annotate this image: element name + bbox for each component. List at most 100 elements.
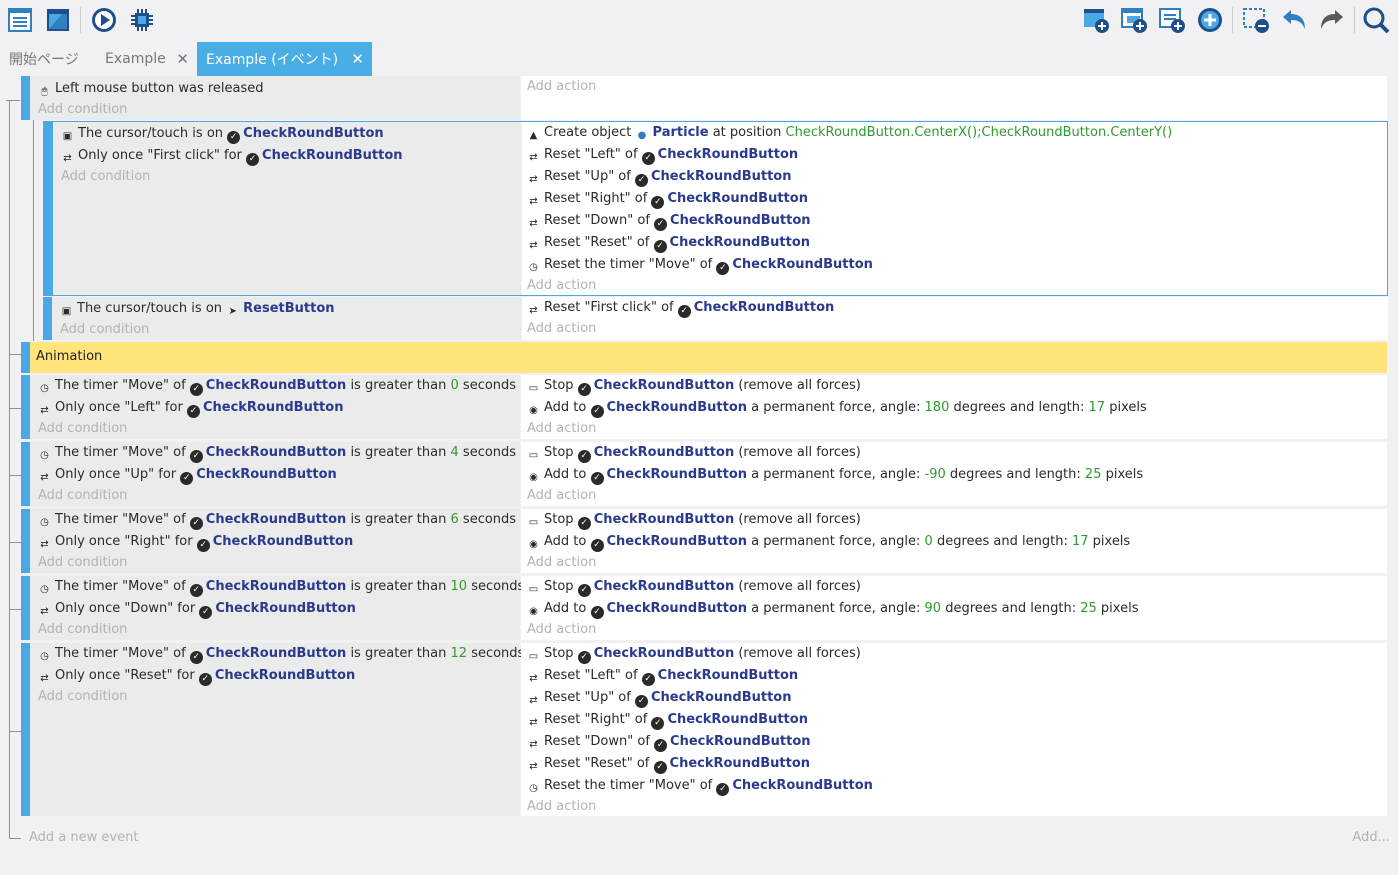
action[interactable]: ⇄ Reset "Left" of ✓ CheckRoundButton [527,665,798,687]
actions-area[interactable]: ▭ Stop ✓ CheckRoundButton (remove all forc… [521,509,1387,573]
add-condition-link[interactable]: Add condition [38,485,127,507]
group-title[interactable]: Animation [30,342,1387,373]
window-icon[interactable] [42,4,74,36]
add-action-link[interactable]: Add action [527,485,596,507]
subevent-row[interactable]: ▣ The cursor/touch is on ➤ ResetButton Add… [43,297,1388,340]
conditions-area[interactable]: ◷ The timer "Move" of ✓ CheckRoundButton i… [30,643,524,816]
force-icon: ◉ [529,405,538,416]
tab-start-page[interactable]: 開始ページ [0,42,96,76]
action[interactable]: ▭ Stop ✓ CheckRoundButton (remove all forc… [527,375,861,397]
add-subevent-icon[interactable] [1118,4,1150,36]
conditions-area[interactable]: ◷ The timer "Move" of ✓ CheckRoundButton i… [30,375,520,439]
search-icon[interactable] [1360,4,1392,36]
action[interactable]: ▭ Stop ✓ CheckRoundButton (remove all forc… [527,643,861,665]
add-action-link[interactable]: Add action [527,552,596,574]
action[interactable]: ▭ Stop ✓ CheckRoundButton (remove all forc… [527,442,861,464]
close-icon[interactable]: ✕ [351,50,364,68]
tab-example-events[interactable]: Example (イベント) ✕ [197,42,372,76]
add-more-icon[interactable] [1194,4,1226,36]
condition[interactable]: ⇄ Only once "Reset" for ✓ CheckRoundButton [38,665,355,687]
action[interactable]: ▲ Create object ● Particle at position Che… [527,122,1173,144]
tab-example[interactable]: Example ✕ [96,42,197,76]
add-more-link[interactable]: Add... [1352,827,1390,849]
condition[interactable]: ▣ The cursor/touch is on ➤ ResetButton [60,298,335,320]
add-new-event-link[interactable]: Add a new event [29,827,138,849]
actions-area[interactable]: Add action [521,76,1387,120]
add-action-link[interactable]: Add action [527,318,596,340]
undo-icon[interactable] [1278,4,1310,36]
force-icon: ◉ [529,472,538,483]
action[interactable]: ◉ Add to ✓ CheckRoundButton a permanent fo… [527,531,1130,553]
action[interactable]: ⇄ Reset "Reset" of ✓ CheckRoundButton [527,232,810,254]
events-list-icon[interactable] [4,4,36,36]
add-condition-link[interactable]: Add condition [60,319,149,341]
conditions-area[interactable]: ▣ The cursor/touch is on ➤ ResetButton Add… [52,297,521,340]
actions-area[interactable]: ▭ Stop ✓ CheckRoundButton (remove all forc… [521,442,1387,506]
action[interactable]: ⇄ Reset "Up" of ✓ CheckRoundButton [527,166,791,188]
close-icon[interactable]: ✕ [176,50,189,68]
action[interactable]: ◷ Reset the timer "Move" of ✓ CheckRoundBu… [527,775,873,797]
add-condition-link[interactable]: Add condition [38,418,127,440]
condition[interactable]: 🖱 Left mouse button was released [38,78,264,100]
conditions-area[interactable]: 🖱 Left mouse button was released Add cond… [30,76,520,120]
event-row[interactable]: ◷ The timer "Move" of ✓ CheckRoundButton i… [21,643,1387,816]
play-icon[interactable] [88,4,120,36]
condition[interactable]: ⇄ Only once "Left" for ✓ CheckRoundButton [38,397,343,419]
add-action-link[interactable]: Add action [527,619,596,641]
conditions-area[interactable]: ▣ The cursor/touch is on ✓ CheckRoundButto… [53,122,521,295]
action[interactable]: ⇄ Reset "Down" of ✓ CheckRoundButton [527,731,811,753]
add-condition-link[interactable]: Add condition [38,99,127,121]
action[interactable]: ⇄ Reset "Up" of ✓ CheckRoundButton [527,687,791,709]
condition[interactable]: ◷ The timer "Move" of ✓ CheckRoundButton i… [38,509,516,531]
delete-event-icon[interactable] [1240,4,1272,36]
subevent-row[interactable]: ▣ The cursor/touch is on ✓ CheckRoundButto… [43,121,1388,296]
event-row[interactable]: ◷ The timer "Move" of ✓ CheckRoundButton i… [21,375,1387,439]
condition[interactable]: ⇄ Only once "Right" for ✓ CheckRoundButton [38,531,353,553]
condition[interactable]: ⇄ Only once "First click" for ✓ CheckRound… [61,145,403,167]
add-condition-link[interactable]: Add condition [38,552,127,574]
add-condition-link[interactable]: Add condition [38,619,127,641]
add-condition-link[interactable]: Add condition [38,686,127,708]
condition[interactable]: ◷ The timer "Move" of ✓ CheckRoundButton i… [38,375,516,397]
add-condition-link[interactable]: Add condition [61,166,150,188]
condition[interactable]: ◷ The timer "Move" of ✓ CheckRoundButton i… [38,576,524,598]
group-row[interactable]: Animation [21,342,1387,373]
action[interactable]: ◉ Add to ✓ CheckRoundButton a permanent fo… [527,598,1138,620]
actions-area[interactable]: ▭ Stop ✓ CheckRoundButton (remove all forc… [521,643,1387,816]
add-action-link[interactable]: Add action [527,796,596,818]
actions-area[interactable]: ⇄ Reset "First click" of ✓ CheckRoundButto… [522,297,1388,340]
condition[interactable]: ◷ The timer "Move" of ✓ CheckRoundButton i… [38,643,524,665]
action[interactable]: ◷ Reset the timer "Move" of ✓ CheckRoundBu… [527,254,873,276]
action[interactable]: ⇄ Reset "Reset" of ✓ CheckRoundButton [527,753,810,775]
action[interactable]: ▭ Stop ✓ CheckRoundButton (remove all forc… [527,509,861,531]
event-row[interactable]: ◷ The timer "Move" of ✓ CheckRoundButton i… [21,509,1387,573]
actions-area[interactable]: ▭ Stop ✓ CheckRoundButton (remove all forc… [521,375,1387,439]
actions-area[interactable]: ▭ Stop ✓ CheckRoundButton (remove all forc… [521,576,1387,640]
action[interactable]: ⇄ Reset "Right" of ✓ CheckRoundButton [527,709,808,731]
add-action-link[interactable]: Add action [527,275,596,297]
add-comment-icon[interactable] [1156,4,1188,36]
add-action-link[interactable]: Add action [527,76,596,98]
debugger-chip-icon[interactable] [126,4,158,36]
actions-area[interactable]: ▲ Create object ● Particle at position Che… [522,122,1387,295]
conditions-area[interactable]: ◷ The timer "Move" of ✓ CheckRoundButton i… [30,509,520,573]
conditions-area[interactable]: ◷ The timer "Move" of ✓ CheckRoundButton i… [30,576,524,641]
action[interactable]: ⇄ Reset "Right" of ✓ CheckRoundButton [527,188,808,210]
event-row[interactable]: 🖱 Left mouse button was released Add cond… [21,76,1387,120]
action[interactable]: ⇄ Reset "Down" of ✓ CheckRoundButton [527,210,811,232]
conditions-area[interactable]: ◷ The timer "Move" of ✓ CheckRoundButton i… [30,442,520,506]
action[interactable]: ⇄ Reset "Left" of ✓ CheckRoundButton [527,144,798,166]
action[interactable]: ⇄ Reset "First click" of ✓ CheckRoundButto… [527,297,834,319]
redo-icon[interactable] [1316,4,1348,36]
add-action-link[interactable]: Add action [527,418,596,440]
condition[interactable]: ⇄ Only once "Down" for ✓ CheckRoundButton [38,598,356,620]
condition[interactable]: ▣ The cursor/touch is on ✓ CheckRoundButto… [61,123,384,145]
action[interactable]: ◉ Add to ✓ CheckRoundButton a permanent fo… [527,397,1147,419]
condition[interactable]: ◷ The timer "Move" of ✓ CheckRoundButton i… [38,442,516,464]
add-event-icon[interactable] [1080,4,1112,36]
event-row[interactable]: ◷ The timer "Move" of ✓ CheckRoundButton i… [21,442,1387,506]
event-row[interactable]: ◷ The timer "Move" of ✓ CheckRoundButton i… [21,576,1387,640]
action[interactable]: ◉ Add to ✓ CheckRoundButton a permanent fo… [527,464,1143,486]
action[interactable]: ▭ Stop ✓ CheckRoundButton (remove all forc… [527,576,861,598]
condition[interactable]: ⇄ Only once "Up" for ✓ CheckRoundButton [38,464,337,486]
